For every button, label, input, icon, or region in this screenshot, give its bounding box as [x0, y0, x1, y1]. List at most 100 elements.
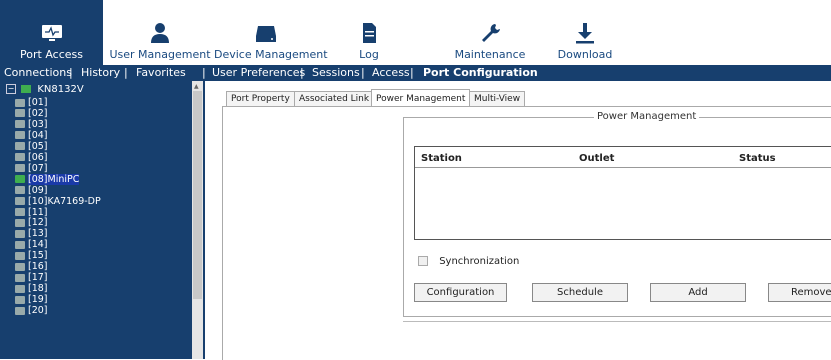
tree-port-item[interactable]: [01]: [15, 97, 48, 108]
tree-port-label: [01]: [28, 97, 48, 108]
subnav-user-preferences[interactable]: User Preferences: [212, 65, 305, 81]
tree-port-item[interactable]: [14]: [15, 239, 48, 250]
computer-icon: [15, 240, 25, 249]
tree-port-item[interactable]: [04]: [15, 130, 48, 141]
tree-port-item[interactable]: [12]: [15, 217, 48, 228]
panel-divider: [403, 321, 831, 322]
subnav-separator: |: [202, 66, 206, 79]
tree-port-item[interactable]: [15]: [15, 250, 48, 261]
tree-port-item[interactable]: [13]: [15, 228, 48, 239]
nav-log[interactable]: Log: [333, 0, 405, 65]
subnav-sessions[interactable]: Sessions: [312, 65, 360, 81]
nav-label: User Management: [109, 48, 211, 61]
synchronization-checkbox[interactable]: [418, 256, 428, 266]
tree-port-item[interactable]: [20]: [15, 305, 48, 316]
configuration-button[interactable]: Configuration: [414, 283, 507, 302]
kvm-switch-icon: [21, 85, 32, 93]
tree-port-item[interactable]: [18]: [15, 283, 48, 294]
subnav-port-configuration[interactable]: Port Configuration: [423, 65, 538, 81]
scrollbar-thumb[interactable]: [193, 91, 202, 299]
monitor-icon: [41, 25, 62, 41]
tree-port-label: [09]: [28, 184, 48, 196]
nav-label: Port Access: [20, 48, 83, 61]
tree-port-label: [05]: [28, 140, 48, 152]
outlet-table: Station Outlet Status: [414, 146, 831, 240]
subnav-history[interactable]: History: [81, 65, 120, 81]
tab-power-management[interactable]: Power Management: [371, 89, 471, 107]
tree-port-item[interactable]: [08]MiniPC: [15, 173, 80, 185]
device-icon: [256, 26, 276, 42]
scroll-up-icon[interactable]: ▲: [194, 83, 199, 90]
synchronization-option[interactable]: Synchronization: [418, 256, 519, 267]
tree-port-label: [14]: [28, 239, 48, 251]
tree-port-label: [13]: [28, 228, 48, 240]
tree-port-label: [02]: [28, 107, 48, 119]
column-header-status[interactable]: Status: [739, 153, 776, 164]
computer-icon: [15, 175, 25, 184]
tree-port-item[interactable]: [07]: [15, 163, 48, 174]
subnav-favorites[interactable]: Favorites: [136, 65, 186, 81]
subnav-separator: |: [300, 66, 304, 79]
nav-label: Maintenance: [454, 48, 526, 61]
computer-icon: [15, 197, 25, 206]
tab-multi-view[interactable]: Multi-View: [469, 91, 526, 106]
port-tree-sidebar: − KN8132V [01] [02] [03] [04] [05] [06] [07] [0…: [0, 81, 205, 359]
power-management-group: Power Management Station Outlet Status S…: [403, 111, 831, 317]
add-button[interactable]: Add: [650, 283, 746, 302]
subnav-connections[interactable]: Connections: [4, 65, 72, 81]
tree-port-item[interactable]: [10]KA7169-DP: [15, 196, 101, 207]
main-content: Port Property Associated Link Power Mana…: [205, 81, 831, 360]
nav-download[interactable]: Download: [550, 0, 620, 65]
tree-port-item[interactable]: [06]: [15, 152, 48, 163]
tree-port-item[interactable]: [02]: [15, 108, 48, 119]
nav-device-management[interactable]: Device Management: [214, 0, 328, 65]
tree-port-label: [12]: [28, 217, 48, 229]
table-header-divider: [415, 167, 831, 168]
subnav-separator: |: [69, 66, 73, 79]
tree-port-label: [03]: [28, 118, 48, 130]
nav-port-access[interactable]: Port Access: [0, 0, 103, 65]
computer-icon: [15, 229, 25, 238]
wrench-icon: [482, 24, 500, 42]
tab-port-property[interactable]: Port Property: [226, 91, 295, 106]
nav-label: Device Management: [214, 48, 328, 61]
subnav-access[interactable]: Access: [372, 65, 410, 81]
remove-button[interactable]: Remove: [768, 283, 831, 302]
tree-port-item[interactable]: [03]: [15, 119, 48, 130]
computer-icon: [15, 186, 25, 195]
computer-icon: [15, 142, 25, 151]
tree-port-label: [07]: [28, 162, 48, 174]
tree-port-item[interactable]: [19]: [15, 294, 48, 305]
tree-root-label: KN8132V: [37, 84, 84, 95]
tree-port-item[interactable]: [11]: [15, 207, 48, 218]
nav-user-management[interactable]: User Management: [108, 0, 212, 65]
computer-icon: [15, 98, 25, 107]
tree-root-kn8132v[interactable]: − KN8132V: [6, 84, 84, 96]
nav-maintenance[interactable]: Maintenance: [440, 0, 540, 65]
column-header-station[interactable]: Station: [421, 153, 462, 164]
sidebar-scrollbar[interactable]: ▲: [192, 81, 203, 359]
tree-port-label: [19]: [28, 294, 48, 306]
top-navigation: Port Access User Management Device Manag…: [0, 0, 831, 65]
tree-port-label: [08]MiniPC: [28, 173, 80, 185]
computer-icon: [15, 120, 25, 129]
tree-port-item[interactable]: [05]: [15, 141, 48, 152]
schedule-button[interactable]: Schedule: [532, 283, 628, 302]
tree-port-label: [11]: [28, 206, 48, 218]
subnav-separator: |: [361, 66, 365, 79]
column-header-outlet[interactable]: Outlet: [579, 153, 614, 164]
tree-port-label: [18]: [28, 283, 48, 295]
computer-icon: [15, 295, 25, 304]
computer-icon: [15, 306, 25, 315]
computer-icon: [15, 164, 25, 173]
tab-associated-link[interactable]: Associated Link: [294, 91, 375, 106]
document-icon: [363, 23, 376, 43]
tree-port-item[interactable]: [17]: [15, 272, 48, 283]
collapse-icon[interactable]: −: [6, 84, 16, 94]
tree-port-label: [10]KA7169-DP: [28, 195, 101, 207]
computer-icon: [15, 218, 25, 227]
computer-icon: [15, 208, 25, 216]
tree-port-item[interactable]: [09]: [15, 185, 48, 196]
tree-port-item[interactable]: [16]: [15, 261, 48, 272]
computer-icon: [15, 251, 25, 260]
